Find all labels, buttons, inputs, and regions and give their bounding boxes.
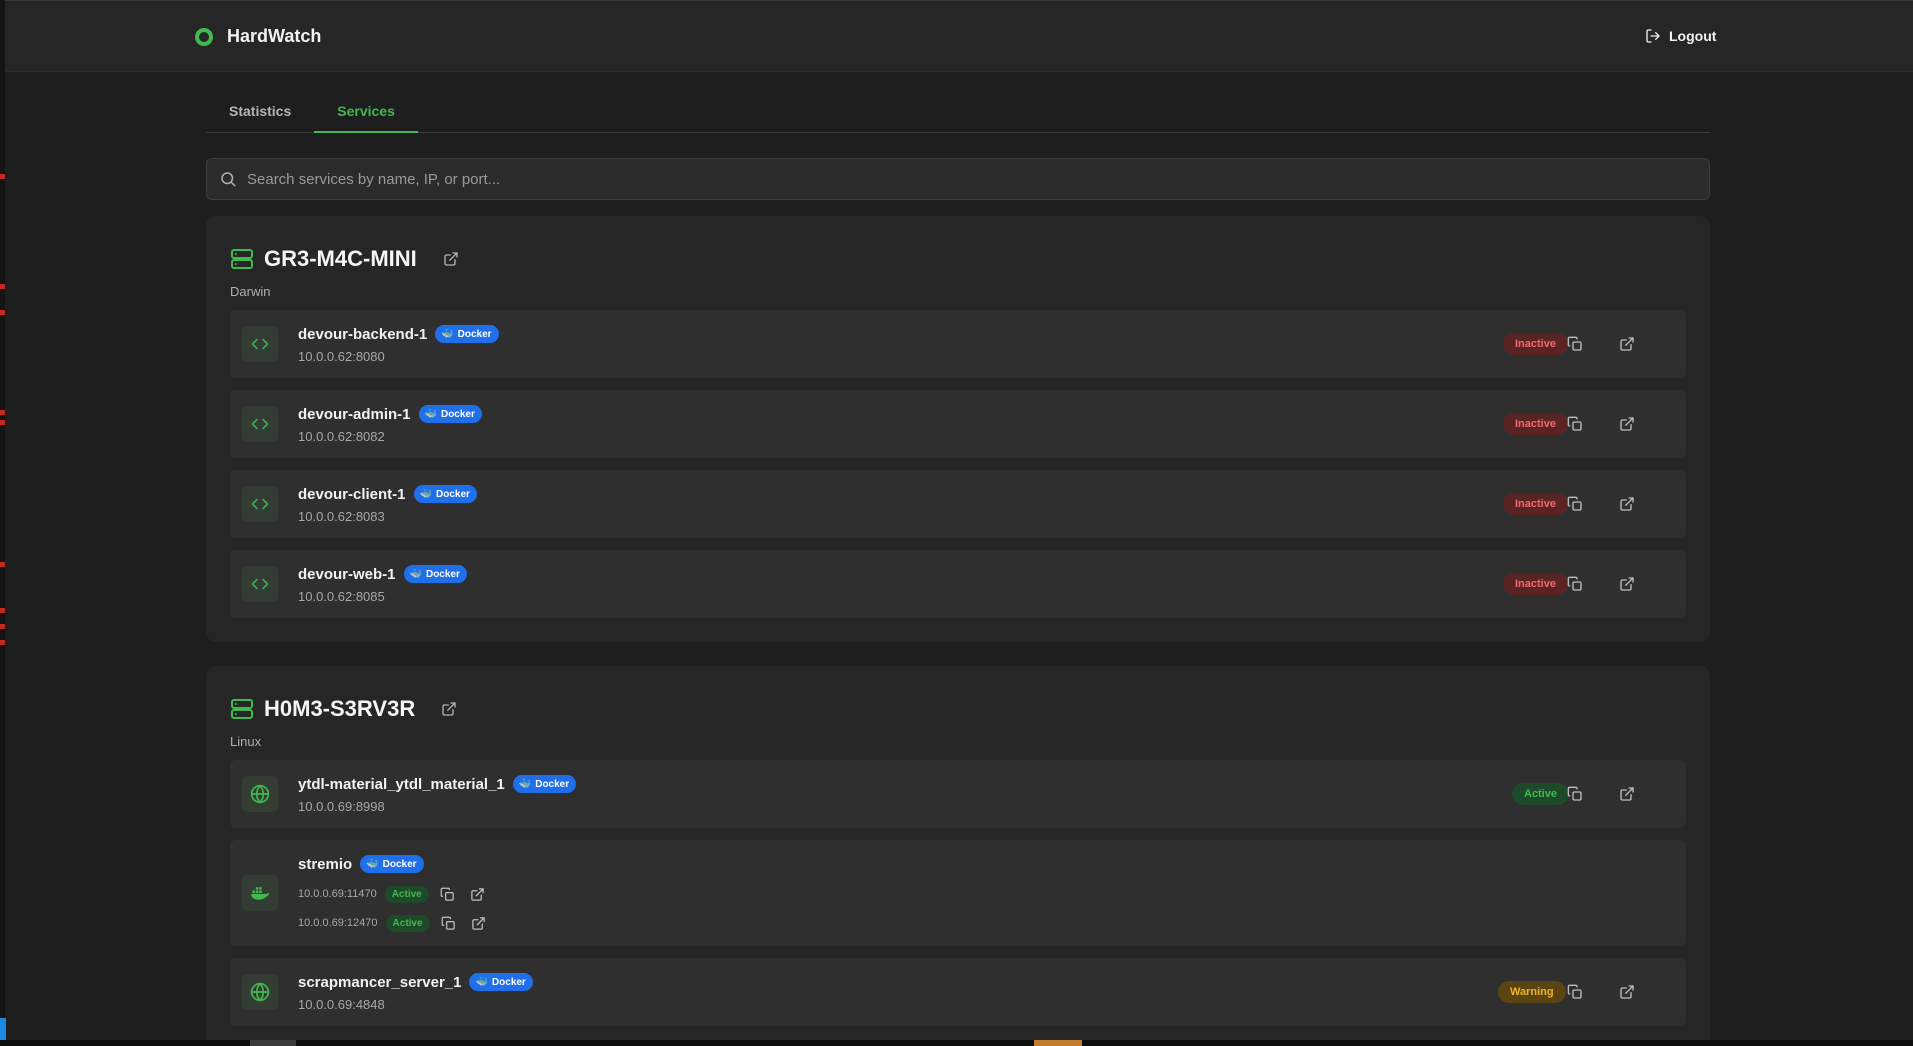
service-address: 10.0.0.62:8083 (298, 509, 385, 524)
status-badge: Active (1512, 783, 1570, 805)
external-link-icon[interactable] (468, 912, 490, 934)
host-card: GR3-M4C-MINI Darwin devour-backend-1 🐳 Do… (206, 216, 1710, 642)
app-title: HardWatch (227, 26, 322, 46)
copy-icon[interactable] (1564, 413, 1586, 435)
service-address: 10.0.0.69:4848 (298, 997, 385, 1012)
service-name: scrapmancer_server_1 (298, 973, 462, 991)
docker-badge: 🐳 Docker (418, 405, 482, 423)
status-badge: Inactive (1503, 493, 1568, 515)
service-name: devour-client-1 (298, 485, 406, 503)
tab-services[interactable]: Services (314, 93, 418, 133)
tab-statistics[interactable]: Statistics (206, 93, 314, 133)
docker-icon: 🐳 (475, 976, 488, 988)
copy-icon[interactable] (1564, 333, 1586, 355)
docker-icon: 🐳 (424, 408, 437, 420)
external-link-icon[interactable] (1616, 783, 1638, 805)
docker-icon: 🐳 (441, 328, 454, 340)
top-navbar: HardWatch Logout (5, 0, 1913, 72)
globe-icon (242, 776, 278, 812)
logout-icon (1646, 29, 1660, 43)
search-bar (206, 158, 1710, 200)
status-badge: Inactive (1503, 573, 1568, 595)
status-badge: Active (385, 914, 430, 932)
copy-icon[interactable] (1564, 493, 1586, 515)
port-address: 10.0.0.69:12470 (298, 917, 378, 929)
docker-icon (242, 875, 278, 911)
service-name: devour-web-1 (298, 565, 396, 583)
status-badge: Inactive (1503, 333, 1568, 355)
service-address: 10.0.0.62:8080 (298, 349, 385, 364)
service-row[interactable]: devour-web-1 🐳 Docker 10.0.0.62:8085 Inac… (230, 550, 1686, 618)
docker-icon: 🐳 (518, 778, 532, 790)
port-row: 10.0.0.69:12470 Active (298, 912, 490, 934)
service-address: 10.0.0.62:8082 (298, 429, 385, 444)
external-link-icon[interactable] (1616, 573, 1638, 595)
host-card: H0M3-S3RV3R Linux ytdl-material_ytdl_mat… (206, 666, 1710, 1046)
code-icon (242, 326, 278, 362)
globe-icon (242, 974, 278, 1010)
external-link-icon[interactable] (1616, 413, 1638, 435)
port-address: 10.0.0.69:11470 (298, 888, 377, 900)
service-address: 10.0.0.69:8998 (298, 799, 385, 814)
logout-label: Logout (1669, 28, 1717, 44)
copy-icon[interactable] (1564, 981, 1586, 1003)
service-name: ytdl-material_ytdl_material_1 (298, 775, 505, 793)
external-link-icon[interactable] (443, 251, 459, 267)
status-badge: Inactive (1503, 413, 1568, 435)
host-name: H0M3-S3RV3R (264, 696, 416, 721)
brand[interactable]: HardWatch (195, 26, 321, 47)
service-row[interactable]: ytdl-material_ytdl_material_1 🐳 Docker 10… (230, 760, 1686, 828)
host-name: GR3-M4C-MINI (264, 246, 417, 271)
copy-icon[interactable] (437, 883, 459, 905)
service-row[interactable]: devour-client-1 🐳 Docker 10.0.0.62:8083 I… (230, 470, 1686, 538)
service-address: 10.0.0.62:8085 (298, 589, 385, 604)
service-row[interactable]: scrapmancer_server_1 🐳 Docker 10.0.0.69:4… (230, 958, 1686, 1026)
service-name: devour-admin-1 (298, 405, 411, 423)
code-icon (242, 566, 278, 602)
taskbar-edge (0, 1040, 1913, 1046)
service-row[interactable]: stremio 🐳 Docker 10.0.0.69:11470 Active 1… (230, 840, 1686, 946)
port-row: 10.0.0.69:11470 Active (298, 883, 489, 905)
host-os: Linux (230, 734, 262, 749)
service-row[interactable]: devour-admin-1 🐳 Docker 10.0.0.62:8082 In… (230, 390, 1686, 458)
docker-badge: 🐳 Docker (435, 325, 499, 343)
external-link-icon[interactable] (1616, 493, 1638, 515)
host-os: Darwin (230, 284, 271, 299)
docker-badge: 🐳 Docker (360, 855, 424, 873)
code-icon (242, 406, 278, 442)
external-link-icon[interactable] (441, 701, 457, 717)
docker-badge: 🐳 Docker (512, 775, 577, 793)
docker-icon: 🐳 (409, 568, 422, 580)
copy-icon[interactable] (1564, 573, 1586, 595)
external-link-icon[interactable] (1616, 333, 1638, 355)
tab-bar: Statistics Services (206, 93, 1710, 133)
copy-icon[interactable] (1564, 783, 1586, 805)
code-icon (242, 486, 278, 522)
docker-badge: 🐳 Docker (469, 973, 533, 991)
service-name: stremio (298, 855, 353, 873)
service-name: devour-backend-1 (298, 325, 428, 343)
docker-icon: 🐳 (419, 488, 432, 500)
server-icon (231, 699, 253, 719)
window-edge (0, 0, 6, 1046)
status-badge: Warning (1498, 981, 1566, 1003)
docker-icon: 🐳 (366, 858, 379, 870)
copy-icon[interactable] (438, 912, 460, 934)
docker-badge: 🐳 Docker (403, 565, 467, 583)
search-input[interactable] (247, 170, 1709, 188)
docker-badge: 🐳 Docker (413, 485, 477, 503)
hardwatch-logo-icon (195, 27, 213, 46)
search-icon (221, 172, 236, 187)
external-link-icon[interactable] (1616, 981, 1638, 1003)
logout-button[interactable]: Logout (1645, 28, 1716, 44)
status-badge: Active (384, 885, 429, 903)
service-row[interactable]: devour-backend-1 🐳 Docker 10.0.0.62:8080 … (230, 310, 1686, 378)
server-icon (231, 249, 253, 269)
external-link-icon[interactable] (467, 883, 489, 905)
